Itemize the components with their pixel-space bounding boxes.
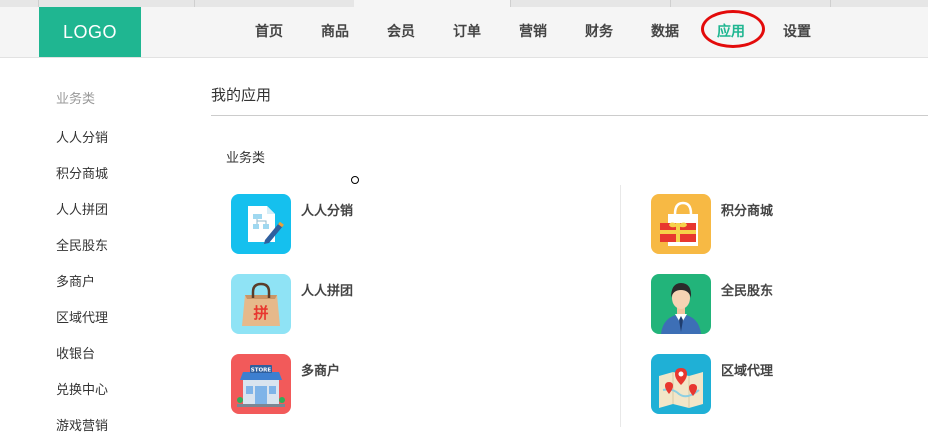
section-title: 业务类: [226, 151, 266, 166]
annotation-circle: [701, 10, 765, 48]
nav-item-data[interactable]: 数据: [632, 7, 698, 57]
app-name-regional-agent: 区域代理: [721, 364, 774, 379]
title-divider: [211, 115, 928, 116]
nav-item-goods[interactable]: 商品: [302, 7, 368, 57]
sidebar-section-title: 业务类: [56, 92, 96, 107]
app-card-shareholder[interactable]: 全民股东: [651, 274, 911, 334]
sidebar-item-multi-merchant[interactable]: 多商户: [56, 271, 95, 290]
app-name-multi-merchant: 多商户: [301, 364, 341, 379]
app-name-shareholder: 全民股东: [721, 284, 774, 299]
browser-tab[interactable]: [0, 0, 39, 7]
gift-bag-icon: [651, 194, 711, 254]
nav-item-settings[interactable]: 设置: [764, 7, 830, 57]
nav-item-members[interactable]: 会员: [368, 7, 434, 57]
sidebar-item-distribution[interactable]: 人人分销: [56, 127, 108, 146]
top-header: LOGO 首页 商品 会员 订单 营销 财务 数据 应用 设置: [0, 7, 928, 58]
mouse-cursor: [351, 176, 359, 184]
svg-text:STORE: STORE: [251, 368, 272, 374]
svg-text:拼: 拼: [253, 304, 268, 322]
sidebar-item-group-buy[interactable]: 人人拼团: [56, 199, 108, 218]
app-card-points-mall[interactable]: 积分商城: [651, 194, 911, 254]
nav-item-home[interactable]: 首页: [236, 7, 302, 57]
browser-tab-active[interactable]: [354, 0, 511, 7]
shopping-bag-icon: 拼: [231, 274, 291, 334]
app-name-points-mall: 积分商城: [721, 204, 774, 219]
browser-tab[interactable]: [510, 0, 671, 7]
app-card-distribution[interactable]: 人人分销: [231, 194, 491, 254]
store-icon: STORE: [231, 354, 291, 414]
sidebar-item-points-mall[interactable]: 积分商城: [56, 163, 108, 182]
sidebar-item-cashier[interactable]: 收银台: [56, 343, 95, 362]
distribution-icon: [231, 194, 291, 254]
app-name-distribution: 人人分销: [301, 204, 354, 219]
logo[interactable]: LOGO: [39, 7, 141, 57]
browser-tab[interactable]: [38, 0, 195, 7]
sidebar-item-game-marketing[interactable]: 游戏营销: [56, 415, 108, 434]
column-divider: [620, 185, 621, 427]
app-card-multi-merchant[interactable]: STORE 多商户: [231, 354, 491, 414]
browser-tab-strip: [0, 0, 928, 7]
sidebar-item-shareholder[interactable]: 全民股东: [56, 235, 108, 254]
app-card-group-buy[interactable]: 拼 人人拼团: [231, 274, 491, 334]
browser-tab[interactable]: [194, 0, 355, 7]
sidebar-item-regional-agent[interactable]: 区域代理: [56, 307, 108, 326]
shareholder-icon: [651, 274, 711, 334]
app-card-regional-agent[interactable]: 区域代理: [651, 354, 911, 414]
app-name-group-buy: 人人拼团: [301, 284, 354, 299]
sidebar: 业务类 人人分销 积分商城 人人拼团 全民股东 多商户 区域代理 收银台 兑换中…: [0, 58, 180, 434]
page-title: 我的应用: [211, 86, 272, 104]
nav-item-marketing[interactable]: 营销: [500, 7, 566, 57]
nav-item-finance[interactable]: 财务: [566, 7, 632, 57]
nav-item-orders[interactable]: 订单: [434, 7, 500, 57]
browser-tab[interactable]: [670, 0, 831, 7]
sidebar-item-exchange-center[interactable]: 兑换中心: [56, 379, 108, 398]
map-pin-icon: [651, 354, 711, 414]
